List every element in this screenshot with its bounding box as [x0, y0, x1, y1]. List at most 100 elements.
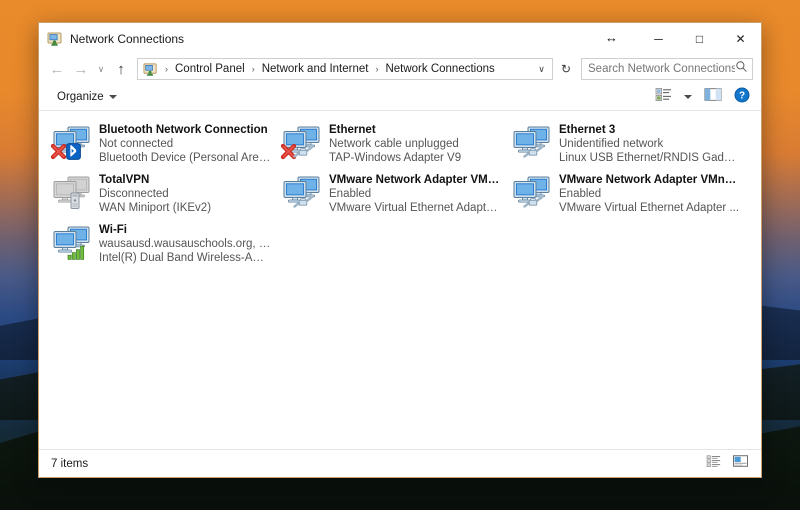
connection-text: Bluetooth Network Connection Not connecte…: [99, 122, 271, 165]
wifi-signal-icon: [67, 243, 86, 265]
connection-device: Bluetooth Device (Personal Area ...: [99, 152, 271, 164]
breadcrumb-folder-icon: [142, 62, 161, 77]
connection-text: Ethernet 3 Unidentified network Linux USB …: [559, 122, 741, 165]
details-view-icon: [706, 454, 722, 473]
connection-text: TotalVPN Disconnected WAN Miniport (IKEv2): [99, 172, 211, 215]
close-button[interactable]: ✕: [720, 23, 761, 54]
large-icons-view-button[interactable]: [730, 453, 751, 474]
connection-name: Bluetooth Network Connection: [99, 124, 268, 136]
explorer-window: Network Connections ↔ ─ □ ✕ ← → ∨ ↑ › Co…: [38, 22, 762, 478]
chevron-down-icon[interactable]: ∨: [533, 59, 550, 79]
breadcrumb-item-network-and-internet[interactable]: Network and Internet: [259, 61, 372, 77]
connection-status: Network cable unplugged: [329, 138, 459, 150]
vpn-tower-icon: [68, 191, 82, 215]
connection-name: Wi-Fi: [99, 224, 127, 236]
window-title: Network Connections: [70, 31, 185, 46]
connection-name: VMware Network Adapter VMnet8: [559, 174, 741, 186]
navigation-bar: ← → ∨ ↑ › Control Panel › Network and In…: [39, 54, 761, 84]
network-adapter-icon: [50, 122, 93, 165]
connection-name: TotalVPN: [99, 174, 150, 186]
connection-status: Disconnected: [99, 188, 169, 200]
connection-text: VMware Network Adapter VMnet1 Enabled VMwa…: [329, 172, 501, 215]
connection-status: Enabled: [559, 188, 602, 200]
connections-grid: Bluetooth Network Connection Not connecte…: [45, 119, 755, 269]
item-count-label: 7 items: [51, 457, 89, 470]
breadcrumb: › Control Panel › Network and Internet ›…: [142, 61, 533, 77]
network-connections-icon: [47, 31, 63, 47]
connection-status: wausausd.wausauschools.org, Sh...: [99, 238, 271, 250]
connection-text: VMware Network Adapter VMnet8 Enabled VMwa…: [559, 172, 741, 215]
command-bar: Organize ?: [39, 84, 761, 111]
connection-device: WAN Miniport (IKEv2): [99, 202, 212, 214]
breadcrumb-separator: ›: [165, 64, 168, 74]
connection-device: Intel(R) Dual Band Wireless-AC 31...: [99, 252, 271, 264]
preview-pane-button[interactable]: [701, 85, 725, 109]
red-x-icon: [50, 143, 67, 165]
ethernet-cable-icon: [293, 145, 313, 165]
breadcrumb-item-network-connections[interactable]: Network Connections: [382, 61, 497, 77]
breadcrumb-separator: ›: [251, 64, 255, 74]
minimize-button[interactable]: ─: [638, 23, 679, 54]
connection-status: Enabled: [329, 188, 372, 200]
maximize-button[interactable]: □: [679, 23, 720, 54]
refresh-icon[interactable]: ↻: [555, 58, 577, 80]
window-titlebar[interactable]: Network Connections ↔ ─ □ ✕: [39, 23, 761, 54]
breadcrumb-item-control-panel[interactable]: Control Panel: [172, 61, 248, 77]
connections-list: Bluetooth Network Connection Not connecte…: [39, 111, 761, 449]
connection-device: VMware Virtual Ethernet Adapter ...: [329, 202, 501, 214]
help-icon: ?: [734, 87, 750, 108]
view-options-dropdown[interactable]: [681, 93, 695, 101]
connection-status: Not connected: [99, 138, 174, 150]
view-buttons: [704, 453, 751, 474]
back-button[interactable]: ←: [45, 57, 69, 81]
connection-item[interactable]: Wi-Fi wausausd.wausauschools.org, Sh... In…: [45, 219, 275, 269]
organize-label: Organize: [57, 91, 104, 103]
connection-text: Ethernet Network cable unplugged TAP-Windo…: [329, 122, 461, 165]
horizontal-resize-cursor: ↔: [605, 30, 618, 45]
connection-item[interactable]: TotalVPN Disconnected WAN Miniport (IKEv2): [45, 169, 275, 219]
connection-item[interactable]: Ethernet Network cable unplugged TAP-Windo…: [275, 119, 505, 169]
connection-name: VMware Network Adapter VMnet1: [329, 174, 501, 186]
connection-device: VMware Virtual Ethernet Adapter ...: [559, 202, 740, 214]
ethernet-cable-icon: [523, 195, 543, 215]
bluetooth-icon: [66, 143, 81, 165]
up-button[interactable]: ↑: [109, 57, 133, 81]
search-icon: [735, 60, 748, 78]
details-view-button[interactable]: [704, 453, 724, 474]
connection-item[interactable]: Ethernet 3 Unidentified network Linux USB …: [505, 119, 745, 169]
desktop-wallpaper: Network Connections ↔ ─ □ ✕ ← → ∨ ↑ › Co…: [0, 0, 800, 510]
window-controls: ─ □ ✕: [638, 23, 761, 54]
command-bar-right: ?: [652, 85, 753, 110]
connection-name: Ethernet 3: [559, 124, 616, 136]
connection-name: Ethernet: [329, 124, 376, 136]
large-icons-view-icon: [732, 454, 749, 473]
recent-locations-button[interactable]: ∨: [93, 57, 109, 81]
preview-pane-icon: [704, 87, 722, 107]
network-adapter-icon: [511, 172, 553, 214]
connection-item[interactable]: VMware Network Adapter VMnet1 Enabled VMwa…: [275, 169, 505, 219]
address-bar[interactable]: › Control Panel › Network and Internet ›…: [137, 58, 553, 80]
help-button[interactable]: ?: [731, 85, 753, 110]
network-adapter-icon: [511, 122, 553, 164]
ethernet-cable-icon: [293, 195, 313, 215]
network-adapter-icon: [51, 172, 93, 214]
status-bar: 7 items: [39, 449, 761, 477]
network-adapter-icon: [280, 122, 323, 165]
chevron-down-icon: [684, 95, 692, 99]
search-box[interactable]: Search Network Connections: [581, 58, 753, 80]
chevron-down-icon: [108, 95, 117, 99]
search-input[interactable]: Search Network Connections: [588, 63, 735, 75]
connection-text: Wi-Fi wausausd.wausauschools.org, Sh... In…: [99, 222, 271, 265]
connection-item[interactable]: Bluetooth Network Connection Not connecte…: [45, 119, 275, 169]
change-view-button[interactable]: [652, 85, 675, 109]
connection-device: TAP-Windows Adapter V9: [329, 152, 462, 164]
svg-text:?: ?: [739, 90, 745, 101]
network-adapter-icon: [51, 222, 93, 264]
forward-button[interactable]: →: [69, 57, 93, 81]
connection-status: Unidentified network: [559, 138, 664, 150]
network-adapter-icon: [281, 172, 323, 214]
ethernet-cable-icon: [523, 145, 543, 165]
connection-item[interactable]: VMware Network Adapter VMnet8 Enabled VMwa…: [505, 169, 745, 219]
organize-button[interactable]: Organize: [51, 88, 123, 106]
breadcrumb-separator: ›: [375, 64, 379, 74]
